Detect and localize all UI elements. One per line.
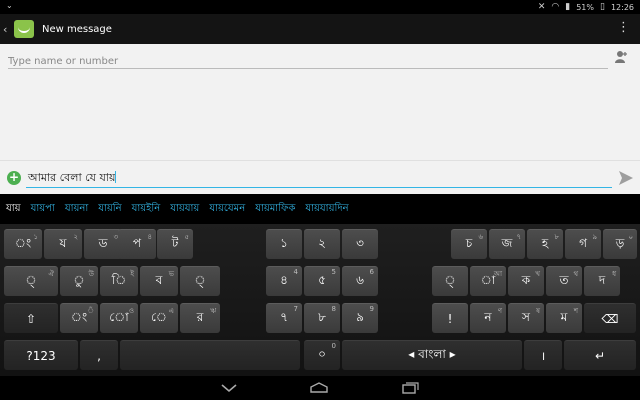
suggestion-item[interactable]: যায়মাফিক [255, 201, 295, 218]
message-input[interactable]: আমার বেলা যে যায় [26, 166, 612, 188]
key[interactable]: ৯গ [565, 229, 601, 259]
key[interactable]: ১ং [4, 229, 42, 259]
key[interactable]: উু [60, 266, 98, 296]
suggestion-item[interactable]: যায়পা [31, 201, 55, 218]
attach-plus-icon[interactable]: + [7, 171, 21, 185]
message-bar: + আমার বেলা যে যায় [0, 160, 640, 194]
page-title: New message [42, 23, 112, 35]
key[interactable]: ওো [100, 303, 138, 333]
enter-icon: ↵ [594, 348, 606, 363]
key[interactable]: আা [470, 266, 506, 296]
signal-icon: ▮ [565, 2, 571, 12]
number-key[interactable]: 6৬ [342, 266, 378, 296]
key[interactable]: ্ [432, 266, 468, 296]
language-space-key[interactable]: ◂ বাংলা ▸ [342, 340, 522, 370]
key[interactable]: ণন [470, 303, 506, 333]
number-key[interactable]: 4৪ [266, 266, 302, 296]
recipient-input[interactable] [8, 52, 608, 71]
key[interactable]: ২য [44, 229, 82, 259]
key[interactable]: ! [432, 303, 468, 333]
message-text: আমার বেলা যে যায় [28, 171, 116, 184]
home-icon[interactable] [308, 382, 330, 394]
symbols-key[interactable]: ?123 [4, 340, 78, 370]
battery-level: 51% [576, 2, 594, 12]
key[interactable]: থত [546, 266, 582, 296]
wifi-icon: ◠ [551, 2, 560, 12]
key[interactable]: ইি [100, 266, 138, 296]
clock: 12:26 [610, 2, 634, 12]
key[interactable]: শম [546, 303, 582, 333]
key[interactable]: ৪প [118, 229, 156, 259]
key[interactable]: ঁং [60, 303, 98, 333]
number-key[interactable]: 7৭ [266, 303, 302, 333]
status-bar: ⌄ ✕ ◠ ▮ 51% ▯ 12:26 [0, 0, 640, 14]
key[interactable]: ঐ্ [4, 266, 58, 296]
number-key[interactable]: 9৯ [342, 303, 378, 333]
notification-icon: ⌄ [6, 1, 13, 10]
backspace-key[interactable]: ⌫ [584, 303, 636, 333]
danda-key[interactable]: । [524, 340, 562, 370]
recent-apps-icon[interactable] [400, 382, 420, 394]
number-key[interactable]: 5৫ [304, 266, 340, 296]
recipient-field-container [8, 49, 608, 71]
suggestion-item[interactable]: যায়নি [98, 201, 121, 218]
key[interactable]: ভব [140, 266, 178, 296]
enter-key[interactable]: ↵ [564, 340, 636, 370]
action-bar: ‹ New message ⋮ [0, 14, 640, 44]
key[interactable]: ৬চ [451, 229, 487, 259]
suggestion-item[interactable]: যায়যায় [170, 201, 199, 218]
suggestion-item[interactable]: যায়যেমন [209, 201, 245, 218]
number-key[interactable]: 8৮ [304, 303, 340, 333]
key[interactable]: ৩ড [84, 229, 122, 259]
key[interactable]: ৮হ [527, 229, 563, 259]
zero-key[interactable]: 0০ [304, 340, 340, 370]
key[interactable]: এে [140, 303, 178, 333]
hide-keyboard-icon[interactable] [220, 383, 238, 393]
key[interactable]: ঋর [180, 303, 220, 333]
backspace-icon: ⌫ [601, 311, 619, 326]
comma-key[interactable]: , [80, 340, 118, 370]
key[interactable]: ধদ [584, 266, 620, 296]
navigation-bar [0, 376, 640, 400]
number-key[interactable]: ২ [304, 229, 340, 259]
key[interactable]: খক [508, 266, 544, 296]
suggestion-item[interactable]: যায়যায়দিন [305, 201, 348, 218]
back-chevron-icon[interactable]: ‹ [3, 23, 11, 36]
suggestion-item[interactable]: যায়না [65, 201, 88, 218]
send-icon[interactable] [618, 170, 634, 186]
shift-key[interactable]: ⇧ [4, 303, 58, 333]
add-contact-icon[interactable] [614, 50, 628, 64]
key[interactable]: ০ ড় [603, 229, 637, 259]
text-cursor [115, 170, 117, 183]
overflow-menu-icon[interactable]: ⋮ [617, 20, 630, 35]
key[interactable]: ্ [180, 266, 220, 296]
key[interactable]: ৭জ [489, 229, 525, 259]
suggestion-item[interactable]: যায় [6, 201, 21, 218]
onscreen-keyboard: ১ং ২য ৩ড ৪প ৫ট ১ ২ ৩ ৬চ ৭জ ৮হ ৯গ ০ ড় ঐ্ … [0, 224, 640, 376]
messaging-app-icon[interactable] [14, 20, 34, 38]
key[interactable]: ষস [508, 303, 544, 333]
number-key[interactable]: ১ [266, 229, 302, 259]
suggestion-item[interactable]: যায়ইনি [132, 201, 161, 218]
key[interactable]: ৫ট [157, 229, 193, 259]
battery-icon: ▯ [599, 2, 605, 12]
space-key-left[interactable] [120, 340, 300, 370]
number-key[interactable]: ৩ [342, 229, 378, 259]
shift-icon: ⇧ [25, 311, 37, 326]
mute-icon: ✕ [537, 2, 546, 12]
suggestion-strip: যায় যায়পা যায়না যায়নি যায়ইনি যায়যা… [0, 194, 640, 224]
